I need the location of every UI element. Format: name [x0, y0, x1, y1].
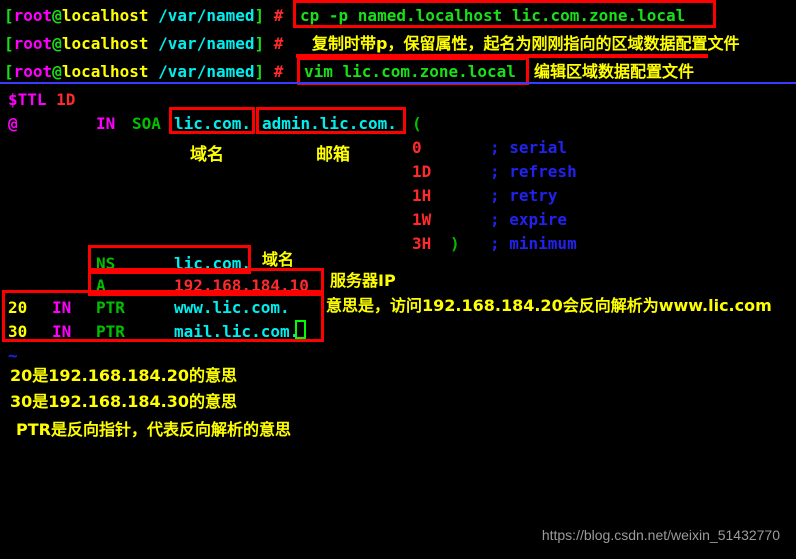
annotation-note-ptr: PTR是反向指针，代表反向解析的意思 [16, 420, 291, 439]
prompt-host: localhost [61, 62, 149, 81]
label-a-server-ip: 服务器IP [330, 271, 396, 290]
annotation-note-20: 20是192.168.184.20的意思 [10, 366, 237, 385]
highlight-box-soa-domain [169, 107, 255, 134]
prompt-hash: # [273, 34, 284, 53]
prompt-host: localhost [61, 34, 149, 53]
prompt-path: /var/named [158, 6, 255, 25]
prompt-user: root [13, 62, 53, 81]
terminal-window: [root@localhost /var/named] # cp -p name… [0, 0, 796, 559]
prompt-at: @ [52, 62, 62, 81]
shell-prompt-line-1: [root@localhost /var/named] # [4, 2, 283, 30]
soa-class: IN [96, 114, 116, 133]
prompt-space-1 [149, 62, 159, 81]
watermark: https://blog.csdn.net/weixin_51432770 [541, 527, 780, 543]
prompt-path: /var/named [158, 34, 255, 53]
highlight-box-ptr-records [2, 290, 324, 342]
label-email: 邮箱 [316, 145, 350, 165]
annotation-cp-explanation: 复制时带p，保留属性，起名为刚刚指向的区域数据配置文件 [312, 34, 740, 53]
soa-type: SOA [132, 114, 161, 133]
soa-timer-value-minimum: 3H [412, 234, 432, 253]
prompt-space-1 [149, 34, 159, 53]
prompt-space-2 [264, 34, 274, 53]
ttl-directive: $TTL [8, 90, 47, 109]
prompt-at: @ [52, 34, 62, 53]
annotation-note-30: 30是192.168.184.30的意思 [10, 392, 237, 411]
prompt-space-2 [264, 62, 274, 81]
annotation-ptr-explanation: 意思是，访问192.168.184.20会反向解析为www.lic.com [326, 296, 772, 315]
prompt-close-bracket: ] [254, 34, 265, 53]
prompt-user: root [13, 6, 53, 25]
prompt-path: /var/named [158, 62, 255, 81]
prompt-close-bracket: ] [254, 62, 265, 81]
ttl-value: 1D [56, 90, 76, 109]
soa-close-paren: ) [450, 234, 460, 253]
highlight-box-cp-command [293, 0, 716, 28]
prompt-close-bracket: ] [254, 6, 265, 25]
vim-screen-separator [0, 82, 796, 84]
prompt-space-1 [149, 6, 159, 25]
highlight-box-soa-email [256, 107, 406, 134]
prompt-host: localhost [61, 6, 149, 25]
soa-origin: @ [8, 114, 18, 133]
label-domain: 域名 [190, 145, 224, 165]
soa-timer-comment-minimum: ; minimum [490, 234, 577, 253]
zone-ttl-line: $TTL 1D [8, 86, 75, 114]
prompt-at: @ [52, 6, 62, 25]
prompt-space-2 [264, 6, 274, 25]
prompt-open-bracket: [ [4, 62, 14, 81]
prompt-open-bracket: [ [4, 34, 14, 53]
prompt-user: root [13, 34, 53, 53]
annotation-vim-explanation: 编辑区域数据配置文件 [534, 62, 695, 81]
shell-prompt-line-2: [root@localhost /var/named] # [4, 30, 283, 58]
prompt-hash: # [273, 62, 284, 81]
prompt-hash: # [273, 6, 284, 25]
prompt-open-bracket: [ [4, 6, 14, 25]
highlight-box-vim-command [297, 57, 529, 85]
